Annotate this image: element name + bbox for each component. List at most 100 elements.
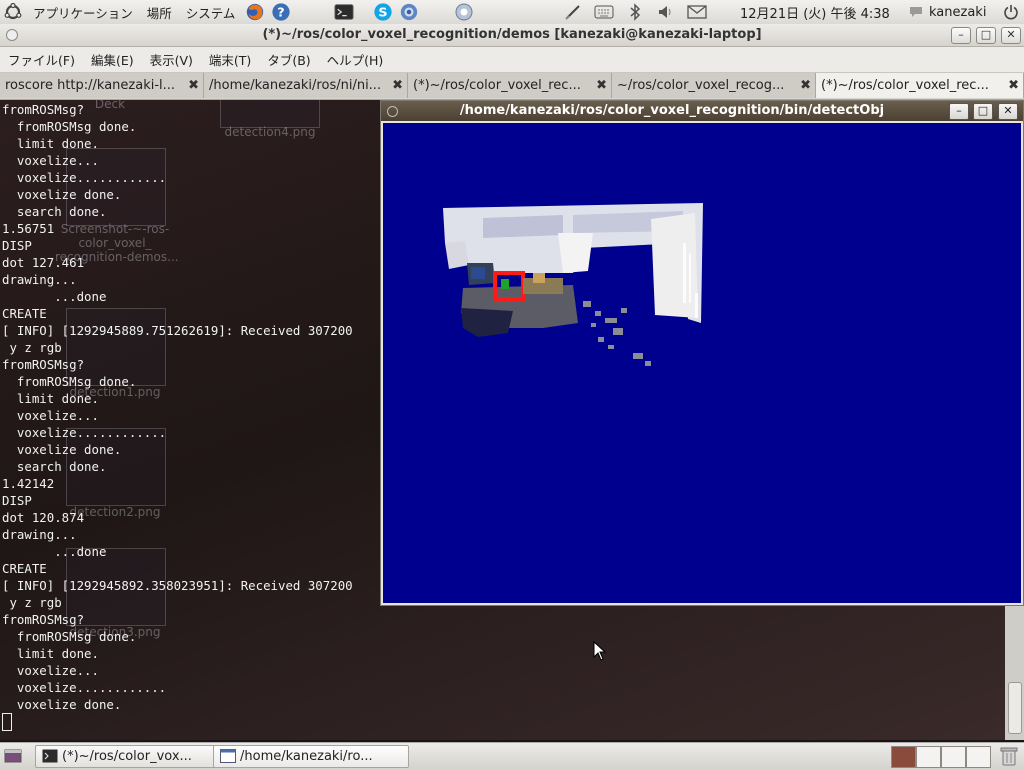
detectobj-titlebar[interactable]: /home/kanezaki/ros/color_voxel_recogniti… (381, 101, 1023, 121)
network-manager-icon[interactable] (454, 2, 474, 22)
point-cloud-render (443, 203, 703, 366)
terminal-line: 1.56751 (2, 221, 55, 236)
tab-close-icon[interactable]: ✖ (800, 78, 811, 93)
menu-view[interactable]: 表示(V) (142, 50, 201, 69)
svg-text:S: S (379, 5, 388, 20)
terminal-cursor (2, 713, 12, 731)
menu-terminal[interactable]: 端末(T) (201, 50, 259, 69)
tab-ni[interactable]: /home/kanezaki/ros/ni/ni... ✖ (204, 73, 408, 98)
maximize-button[interactable]: □ (976, 27, 996, 44)
terminal-line: y z rgb (2, 595, 62, 610)
shutdown-button[interactable] (998, 0, 1024, 24)
ubuntu-logo-icon[interactable] (3, 2, 23, 22)
terminal-line: voxelize done. (2, 697, 122, 712)
floor-points (583, 301, 651, 366)
detectobj-window-title: /home/kanezaki/ros/color_voxel_recogniti… (459, 103, 885, 118)
terminal-line: voxelize done. (2, 442, 122, 457)
terminal-line: CREATE (2, 306, 47, 321)
tab-label: roscore http://kanezaki-l... (5, 78, 176, 93)
workspace-3[interactable] (941, 746, 966, 768)
minimize-button[interactable]: – (949, 103, 969, 120)
tab-close-icon[interactable]: ✖ (188, 78, 199, 93)
terminal-line: fromROSMsg? (2, 357, 85, 372)
clock[interactable]: 12月21日 (火) 午後 4:38 (740, 0, 890, 24)
menu-help[interactable]: ヘルプ(H) (319, 50, 392, 69)
tab-label: ~/ros/color_voxel_recog... (617, 78, 785, 93)
terminal-line: voxelize... (2, 153, 99, 168)
skype-icon[interactable]: S (373, 2, 393, 22)
desktop-icon-ghost (220, 100, 320, 128)
terminal-line: search done. (2, 459, 107, 474)
terminal-line: drawing... (2, 527, 77, 542)
terminal-line: voxelize............ (2, 425, 167, 440)
terminal-line: fromROSMsg done. (2, 374, 137, 389)
show-desktop-icon[interactable] (4, 748, 22, 767)
terminal-launcher-icon[interactable] (334, 2, 354, 22)
terminal-line: DISP (2, 238, 32, 253)
terminal-line: voxelize... (2, 663, 99, 678)
system-tray (560, 0, 710, 24)
detectobj-window[interactable]: /home/kanezaki/ros/color_voxel_recogniti… (380, 100, 1024, 606)
terminal-line: [ INFO] [1292945889.751262619]: Received… (2, 323, 353, 338)
svg-text:?: ? (278, 5, 285, 20)
terminal-line: voxelize done. (2, 187, 122, 202)
workspace-2[interactable] (916, 746, 941, 768)
pen-tablet-icon[interactable] (563, 2, 583, 22)
keyboard-icon[interactable] (594, 2, 614, 22)
terminal-window-title: (*)~/ros/color_voxel_recognition/demos [… (262, 27, 762, 42)
applications-menu[interactable]: アプリケーション (26, 3, 140, 22)
minimize-button[interactable]: – (951, 27, 971, 44)
thunderbird-icon[interactable] (399, 2, 419, 22)
volume-icon[interactable] (656, 2, 676, 22)
tab-label: /home/kanezaki/ros/ni/ni... (209, 78, 382, 93)
system-menu[interactable]: システム (179, 3, 243, 22)
terminal-line: voxelize... (2, 408, 99, 423)
user-indicator[interactable]: kanezaki (903, 0, 986, 24)
terminal-line: limit done. (2, 136, 99, 151)
desktop-icon-label: Deck (94, 100, 126, 111)
menu-tabs[interactable]: タブ(B) (259, 50, 318, 69)
maximize-button[interactable]: □ (973, 103, 993, 120)
terminal-line: voxelize............ (2, 680, 167, 695)
menu-edit[interactable]: 編集(E) (83, 50, 142, 69)
desktop-icon-label: detection4.png (224, 125, 316, 139)
firefox-icon[interactable] (245, 2, 265, 22)
terminal-line: voxelize............ (2, 170, 167, 185)
tab-color-voxel-active[interactable]: (*)~/ros/color_voxel_rec... ✖ (816, 73, 1024, 98)
tab-roscore[interactable]: roscore http://kanezaki-l... ✖ (0, 73, 204, 98)
bluetooth-icon[interactable] (625, 2, 645, 22)
terminal-line: [ INFO] [1292945892.358023951]: Received… (2, 578, 353, 593)
terminal-menubar: ファイル(F) 編集(E) 表示(V) 端末(T) タブ(B) ヘルプ(H) (0, 47, 1024, 73)
help-icon[interactable]: ? (271, 2, 291, 22)
terminal-line: fromROSMsg? (2, 102, 85, 117)
tab-close-icon[interactable]: ✖ (596, 78, 607, 93)
menu-file[interactable]: ファイル(F) (0, 50, 83, 69)
workspace-4[interactable] (966, 746, 991, 768)
close-button[interactable]: ✕ (998, 103, 1018, 120)
terminal-titlebar[interactable]: (*)~/ros/color_voxel_recognition/demos [… (0, 24, 1024, 47)
terminal-line: dot 127.461 (2, 255, 85, 270)
tab-close-icon[interactable]: ✖ (1008, 78, 1019, 93)
terminal-line: ...done (2, 289, 107, 304)
tab-color-voxel-2[interactable]: ~/ros/color_voxel_recog... ✖ (612, 73, 816, 98)
taskbar-item-label: (*)~/ros/color_vox... (62, 749, 192, 764)
tab-close-icon[interactable]: ✖ (392, 78, 403, 93)
tab-color-voxel-1[interactable]: (*)~/ros/color_voxel_rec... ✖ (408, 73, 612, 98)
point-cloud-view[interactable] (383, 123, 1021, 603)
taskbar-item-detectobj[interactable]: /home/kanezaki/ro... (213, 745, 409, 768)
terminal-icon (42, 749, 58, 763)
terminal-line: ...done (2, 544, 107, 559)
taskbar-item-terminal[interactable]: (*)~/ros/color_vox... (35, 745, 238, 768)
taskbar-item-label: /home/kanezaki/ro... (240, 749, 373, 764)
terminal-line: limit done. (2, 391, 99, 406)
mail-indicator-icon[interactable] (687, 2, 707, 22)
tab-label: (*)~/ros/color_voxel_rec... (821, 78, 989, 93)
power-icon (1001, 2, 1021, 22)
close-button[interactable]: ✕ (1001, 27, 1021, 44)
places-menu[interactable]: 場所 (140, 3, 179, 22)
workspace-1[interactable] (891, 746, 916, 768)
terminal-line: dot 120.874 (2, 510, 85, 525)
trash-icon[interactable] (1000, 746, 1018, 769)
chat-bubble-icon (906, 2, 926, 22)
scrollbar-thumb[interactable] (1008, 682, 1022, 734)
